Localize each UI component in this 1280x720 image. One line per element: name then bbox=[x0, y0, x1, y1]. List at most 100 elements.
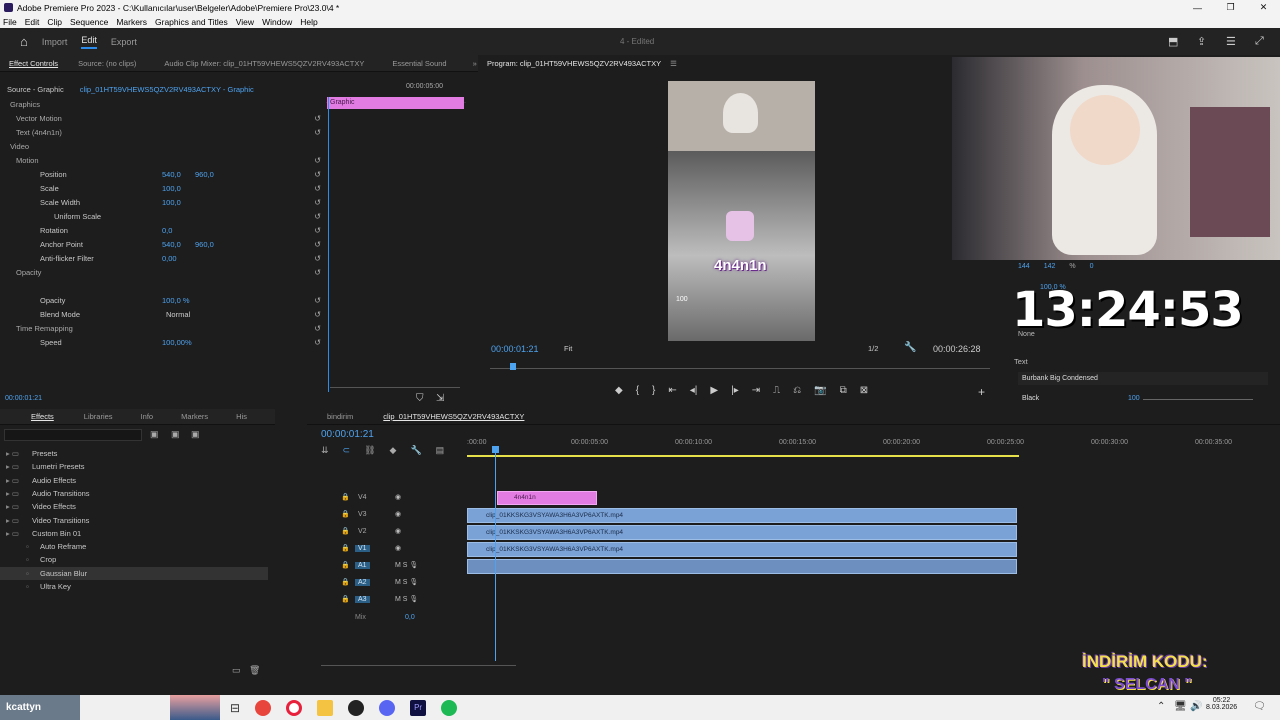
font-style-dropdown[interactable]: Black bbox=[1022, 395, 1039, 402]
effects-tree-item[interactable]: ▸ ▭ Video Transitions bbox=[0, 514, 268, 527]
effect-row[interactable]: Anti-flicker Filter 0,00 ↺ bbox=[0, 252, 325, 265]
menu-window[interactable]: Window bbox=[262, 17, 292, 27]
tray-chevron-icon[interactable]: ⌃ bbox=[1157, 701, 1165, 712]
reset-icon[interactable]: ↺ bbox=[314, 296, 321, 305]
captions-icon[interactable]: ▤ bbox=[436, 445, 445, 456]
effect-row[interactable]: Text (4n4n1n) ↺ bbox=[0, 126, 325, 139]
obs-icon[interactable] bbox=[348, 699, 365, 716]
program-timecode[interactable]: 00:00:01:21 bbox=[491, 344, 539, 354]
program-playhead[interactable] bbox=[510, 363, 516, 370]
track-header[interactable]: 🔒 V3 ◉ bbox=[307, 508, 467, 524]
reset-icon[interactable]: ↺ bbox=[314, 170, 321, 179]
mini-playhead[interactable] bbox=[328, 97, 329, 392]
delete-icon[interactable]: 🗑 bbox=[249, 665, 260, 676]
timeline-clip[interactable]: clip_01KKSKG3VSYAWA3H6A3VP6AXTK.mp4 bbox=[467, 508, 1017, 523]
32bit-icon[interactable]: ▣ bbox=[171, 429, 180, 440]
track-name[interactable]: A1 bbox=[355, 562, 370, 569]
effects-tree-item[interactable]: ▸ ▭ Lumetri Presets bbox=[0, 460, 268, 473]
effect-value-1[interactable]: 100,0 bbox=[162, 184, 181, 193]
effect-row[interactable]: Scale 100,0 ↺ bbox=[0, 182, 325, 195]
home-icon[interactable]: ⌂ bbox=[20, 34, 28, 49]
track-name[interactable]: V4 bbox=[355, 494, 370, 501]
menu-clip[interactable]: Clip bbox=[47, 17, 62, 27]
filter-icon[interactable]: ⛉ bbox=[416, 393, 424, 404]
effects-tree-item[interactable]: ▫ Ultra Key bbox=[0, 580, 268, 593]
volume-icon[interactable]: 🔊 bbox=[1190, 701, 1202, 712]
effect-row[interactable]: Vector Motion ↺ bbox=[0, 112, 325, 125]
overlay-text[interactable]: 4n4n1n bbox=[714, 257, 767, 274]
effect-row[interactable]: Position 540,0 960,0 ↺ bbox=[0, 168, 325, 181]
timeline-zoom-scroll[interactable] bbox=[321, 665, 516, 666]
spotify-icon[interactable] bbox=[441, 699, 458, 716]
track-header[interactable]: 🔒 A3 M S 🎙 bbox=[307, 593, 467, 609]
go-to-out-icon[interactable]: ⇥ bbox=[752, 385, 760, 396]
lock-icon[interactable]: 🔒 bbox=[341, 527, 350, 535]
mark-out-icon[interactable]: } bbox=[652, 385, 655, 396]
premiere-taskbar-icon[interactable]: Pr bbox=[410, 699, 427, 716]
tab-sequence-clip[interactable]: clip_01HT59VHEWS5QZV2RV493ACTXY bbox=[383, 412, 524, 421]
effect-value-1[interactable]: 0,0 bbox=[162, 226, 172, 235]
panel-overflow-icon[interactable]: » bbox=[473, 59, 477, 68]
effect-row[interactable]: Speed 100,00% ↺ bbox=[0, 336, 325, 349]
snap-icon[interactable]: ⊂ bbox=[343, 445, 351, 456]
audio-waveform-clip[interactable] bbox=[467, 559, 1017, 574]
panel-menu-icon[interactable]: ☰ bbox=[1226, 35, 1236, 48]
reset-icon[interactable]: ↺ bbox=[314, 268, 321, 277]
export-frame-icon[interactable]: ⇲ bbox=[436, 393, 444, 404]
effect-value-1[interactable]: 540,0 bbox=[162, 170, 181, 179]
lock-icon[interactable]: 🔒 bbox=[341, 595, 350, 603]
accelerated-icon[interactable]: ▣ bbox=[150, 429, 159, 440]
effect-row[interactable]: Opacity ↺ bbox=[0, 266, 325, 279]
new-bin-icon[interactable]: ▭ bbox=[232, 665, 241, 676]
timeline-playhead[interactable] bbox=[495, 449, 496, 661]
tab-sequence-bindirim[interactable]: bindirim bbox=[327, 412, 353, 421]
timeline-clip[interactable]: clip_01KKSKG3VSYAWA3H6A3VP6AXTK.mp4 bbox=[467, 542, 1017, 557]
mix-value[interactable]: 0,0 bbox=[405, 614, 415, 621]
effect-row[interactable]: Scale Width 100,0 ↺ bbox=[0, 196, 325, 209]
step-forward-icon[interactable]: |▸ bbox=[731, 385, 739, 396]
effect-row[interactable]: Anchor Point 540,0 960,0 ↺ bbox=[0, 238, 325, 251]
eye-icon[interactable]: ◉ bbox=[395, 544, 401, 552]
effects-tree-item[interactable]: ▫ Gaussian Blur bbox=[0, 566, 268, 580]
tab-info[interactable]: Info bbox=[141, 412, 154, 421]
mark-in-icon[interactable]: { bbox=[636, 385, 639, 396]
play-icon[interactable]: ▶ bbox=[710, 385, 718, 396]
timeline-clip[interactable]: 4n4n1n bbox=[497, 491, 597, 505]
mute-solo-mic-icon[interactable]: M S 🎙 bbox=[395, 561, 418, 569]
chrome-icon[interactable] bbox=[255, 699, 272, 716]
maximize-button[interactable]: ❐ bbox=[1214, 0, 1247, 15]
go-to-in-icon[interactable]: ⇤ bbox=[668, 385, 676, 396]
marker-icon[interactable]: ◆ bbox=[390, 445, 397, 456]
reset-icon[interactable]: ↺ bbox=[314, 198, 321, 207]
tab-source[interactable]: Source: (no clips) bbox=[78, 59, 136, 68]
compare-icon[interactable]: ⧉ bbox=[840, 385, 847, 396]
track-header[interactable]: 🔒 V1 ◉ bbox=[307, 542, 467, 558]
mute-solo-mic-icon[interactable]: M S 🎙 bbox=[395, 578, 418, 586]
reset-icon[interactable]: ↺ bbox=[314, 226, 321, 235]
reset-icon[interactable]: ↺ bbox=[314, 212, 321, 221]
effects-tree-item[interactable]: ▸ ▭ Audio Transitions bbox=[0, 487, 268, 500]
fullscreen-icon[interactable]: ⤢ bbox=[1255, 35, 1264, 48]
reset-icon[interactable]: ↺ bbox=[314, 156, 321, 165]
effect-value-1[interactable]: 100,0 bbox=[162, 198, 181, 207]
effect-value-1[interactable]: 100,00% bbox=[162, 338, 192, 347]
effect-row[interactable]: Rotation 0,0 ↺ bbox=[0, 224, 325, 237]
effects-tree-item[interactable]: ▸ ▭ Video Effects bbox=[0, 500, 268, 513]
workspace-edit[interactable]: Edit bbox=[81, 35, 97, 49]
opera-icon[interactable] bbox=[286, 699, 303, 716]
effect-row[interactable] bbox=[0, 280, 325, 293]
eye-icon[interactable]: ◉ bbox=[395, 493, 401, 501]
menu-help[interactable]: Help bbox=[300, 17, 317, 27]
effect-row[interactable]: Opacity 100,0 % ↺ bbox=[0, 294, 325, 307]
eye-icon[interactable]: ◉ bbox=[395, 527, 401, 535]
menu-markers[interactable]: Markers bbox=[116, 17, 147, 27]
add-button-icon[interactable]: + bbox=[978, 385, 985, 399]
lock-icon[interactable]: 🔒 bbox=[341, 493, 350, 501]
effects-tree-item[interactable]: ▸ ▭ Custom Bin 01 bbox=[0, 527, 268, 540]
track-name[interactable]: A2 bbox=[355, 579, 370, 586]
step-back-icon[interactable]: ◂| bbox=[690, 385, 698, 396]
extract-icon[interactable]: ⎌ bbox=[793, 385, 801, 396]
discord-icon[interactable] bbox=[379, 699, 396, 716]
effects-tree-item[interactable]: ▸ ▭ Presets bbox=[0, 447, 268, 460]
tab-markers[interactable]: Markers bbox=[181, 412, 208, 421]
